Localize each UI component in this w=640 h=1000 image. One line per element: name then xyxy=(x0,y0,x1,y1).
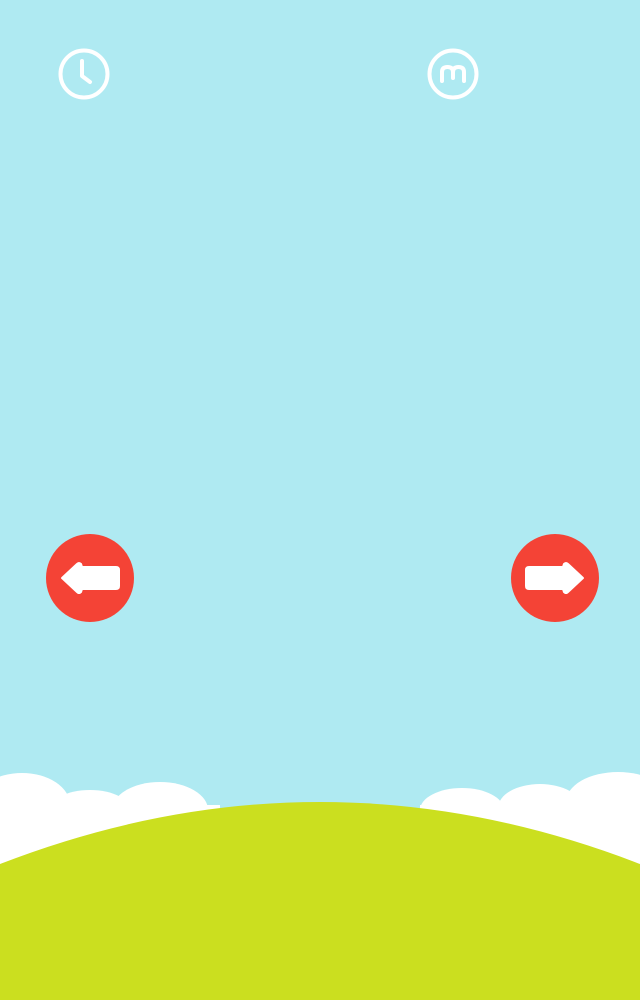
timer-button[interactable] xyxy=(57,47,111,101)
landscape xyxy=(0,772,640,1000)
smile-icon xyxy=(427,48,479,100)
arrow-left-icon xyxy=(46,534,134,622)
move-left-button[interactable] xyxy=(45,533,135,623)
arrow-right-icon xyxy=(511,534,599,622)
clock-icon xyxy=(58,48,110,100)
mood-button[interactable] xyxy=(426,47,480,101)
ground xyxy=(0,760,640,1000)
game-scene xyxy=(0,0,640,1000)
move-right-button[interactable] xyxy=(510,533,600,623)
